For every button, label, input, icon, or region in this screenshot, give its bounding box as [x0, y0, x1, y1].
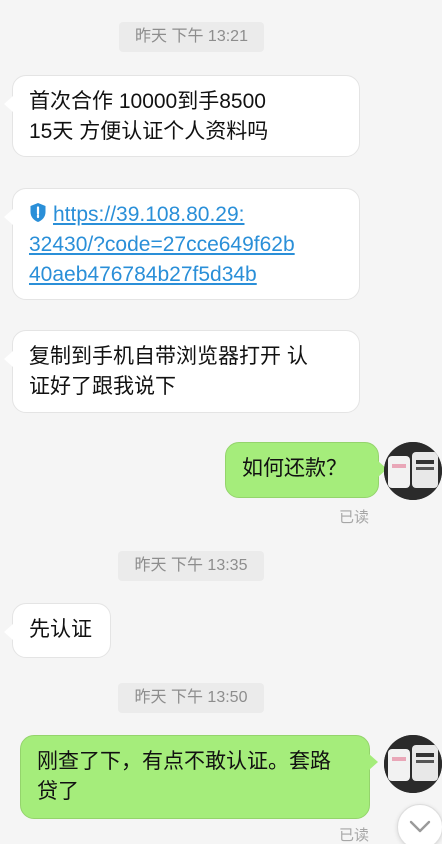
message-line: 刚查了下，有点不敢认证。套路 [37, 750, 331, 773]
incoming-message[interactable]: 复制到手机自带浏览器打开 认 证好了跟我说下 [4, 330, 360, 413]
timestamp: 昨天 下午 13:50 [118, 683, 264, 713]
message-line: 证好了跟我说下 [29, 375, 176, 398]
timestamp: 昨天 下午 13:35 [118, 551, 264, 581]
avatar-image [384, 442, 442, 500]
avatar-image [384, 735, 442, 793]
avatar[interactable] [384, 442, 442, 500]
incoming-link-message[interactable]: https://39.108.80.29: 32430/?code=27cce6… [4, 188, 360, 300]
message-link[interactable]: 32430/?code=27cce649f62b [29, 230, 343, 260]
message-line: 复制到手机自带浏览器打开 认 [29, 345, 308, 368]
chevron-down-icon [409, 820, 431, 833]
message-line: 首次合作 10000到手8500 [29, 90, 266, 113]
message-line: 贷了 [37, 780, 79, 803]
message-line: 先认证 [29, 618, 92, 641]
timestamp: 昨天 下午 13:21 [119, 22, 264, 52]
scroll-to-bottom-button[interactable] [397, 804, 442, 844]
message-line: 15天 方便认证个人资料吗 [29, 120, 269, 143]
message-line: 如何还款？ [242, 457, 347, 480]
incoming-message[interactable]: 先认证 [4, 603, 111, 658]
read-receipt: 已读 [339, 509, 370, 526]
link-line[interactable]: https://39.108.80.29: [29, 200, 343, 230]
avatar[interactable] [384, 735, 442, 793]
message-link[interactable]: https://39.108.80.29: [53, 203, 244, 226]
message-link[interactable]: 40aeb476784b27f5d34b [29, 260, 343, 290]
read-receipt: 已读 [339, 827, 370, 844]
outgoing-message[interactable]: 刚查了下，有点不敢认证。套路 贷了 [20, 735, 378, 819]
incoming-message[interactable]: 首次合作 10000到手8500 15天 方便认证个人资料吗 [4, 75, 360, 157]
outgoing-message[interactable]: 如何还款？ [225, 442, 387, 498]
shield-icon [30, 203, 46, 222]
